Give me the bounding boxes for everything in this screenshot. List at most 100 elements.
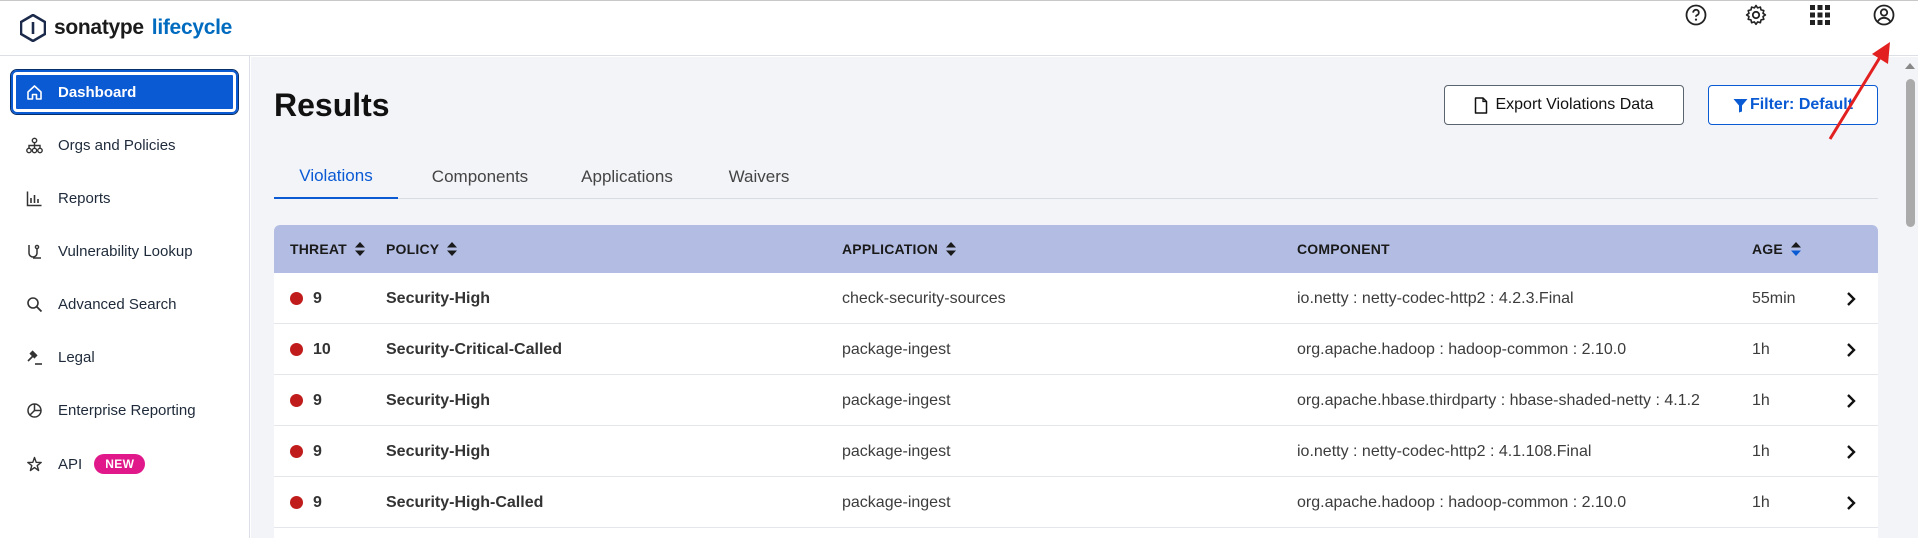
application-cell: package-ingest: [842, 391, 951, 409]
top-bar: sonatype lifecycle: [0, 0, 1918, 56]
sidebar-item-enterprise-reporting[interactable]: Enterprise Reporting: [13, 390, 236, 430]
application-cell: package-ingest: [842, 493, 951, 511]
table-row[interactable]: 9 Security-High check-security-sources i…: [274, 273, 1878, 324]
threat-indicator-dot: [290, 394, 303, 407]
filter-icon: [1733, 98, 1748, 112]
search-icon: [25, 295, 43, 313]
tab-applications[interactable]: Applications: [562, 155, 692, 199]
column-header-label: THREAT: [290, 241, 347, 257]
component-cell: org.apache.hadoop : hadoop-common : 2.10…: [1297, 493, 1627, 511]
sidebar-item-dashboard[interactable]: Dashboard: [10, 69, 239, 115]
sidebar-item-label: Vulnerability Lookup: [58, 242, 193, 260]
chevron-right-icon[interactable]: [1846, 273, 1856, 324]
page-title: Results: [274, 87, 390, 123]
chevron-right-icon[interactable]: [1846, 477, 1856, 528]
policy-cell: Security-High: [386, 289, 491, 307]
scrollbar-thumb[interactable]: [1906, 79, 1915, 227]
threat-indicator-dot: [290, 343, 303, 356]
sidebar-item-label: Orgs and Policies: [58, 136, 176, 154]
api-icon: [25, 455, 43, 473]
policy-cell: Security-High-Called: [386, 493, 544, 511]
age-cell: 55min: [1752, 289, 1796, 307]
sidebar-item-advanced-search[interactable]: Advanced Search: [13, 284, 236, 324]
threat-cell: 9: [290, 375, 322, 426]
sort-icon[interactable]: [354, 242, 365, 256]
sort-icon[interactable]: [447, 242, 458, 256]
scroll-up-arrow-icon[interactable]: [1905, 63, 1915, 69]
product-name: lifecycle: [151, 16, 233, 39]
policy-cell: Security-Critical-Called: [386, 340, 563, 358]
sidebar-item-label: API: [58, 455, 83, 473]
filter-button-label: Filter: Default: [1749, 96, 1854, 113]
threat-indicator-dot: [290, 445, 303, 458]
threat-score: 10: [313, 340, 331, 358]
export-violations-button[interactable]: Export Violations Data: [1444, 85, 1684, 125]
table-row[interactable]: 9 Security-High-Called package-ingest or…: [274, 477, 1878, 528]
tab-components[interactable]: Components: [418, 155, 542, 199]
app-logo[interactable]: sonatype lifecycle: [20, 14, 232, 42]
sort-icon[interactable]: [946, 242, 957, 256]
threat-cell: 9: [290, 426, 322, 477]
sidebar-item-legal[interactable]: Legal: [13, 337, 236, 377]
application-cell: package-ingest: [842, 340, 951, 358]
export-button-label: Export Violations Data: [1495, 96, 1654, 113]
sidebar-item-label: Dashboard: [58, 83, 137, 101]
sidebar-item-label: Advanced Search: [58, 295, 177, 313]
tab-violations[interactable]: Violations: [274, 155, 398, 199]
threat-cell: 9: [290, 273, 322, 324]
chevron-right-icon[interactable]: [1846, 324, 1856, 375]
column-header-policy[interactable]: POLICY: [386, 225, 458, 273]
policy-cell: Security-High: [386, 442, 491, 460]
sidebar-item-label: Reports: [58, 189, 111, 207]
table-row[interactable]: 10 Security-Critical-Called package-inge…: [274, 324, 1878, 375]
new-badge: NEW: [94, 454, 146, 474]
sidebar-item-api[interactable]: API NEW: [13, 444, 236, 484]
main-content: Results Export Violations Data Filter: D…: [251, 57, 1902, 545]
column-header-age[interactable]: AGE: [1752, 225, 1801, 273]
gavel-icon: [25, 348, 43, 366]
brand-name: sonatype: [54, 16, 144, 39]
threat-score: 9: [313, 493, 322, 511]
chevron-right-icon[interactable]: [1846, 375, 1856, 426]
column-header-threat[interactable]: THREAT: [290, 225, 365, 273]
component-cell: io.netty : netty-codec-http2 : 4.1.108.F…: [1297, 442, 1592, 460]
settings-icon[interactable]: [1742, 1, 1770, 29]
org-tree-icon: [25, 136, 43, 154]
pie-chart-icon: [25, 401, 43, 419]
component-cell: io.netty : netty-codec-http2 : 4.2.3.Fin…: [1297, 289, 1574, 307]
sidebar-item-vulnerability-lookup[interactable]: Vulnerability Lookup: [13, 231, 236, 271]
sidebar-item-label: Legal: [58, 348, 95, 366]
table-row[interactable]: 9 Security-High package-ingest org.apach…: [274, 375, 1878, 426]
results-tabs: Violations Components Applications Waive…: [274, 155, 1878, 199]
column-header-application[interactable]: APPLICATION: [842, 225, 957, 273]
threat-score: 9: [313, 289, 322, 307]
user-account-icon[interactable]: [1870, 1, 1898, 29]
threat-score: 9: [313, 442, 322, 460]
violations-table: THREAT POLICY APPLICATION COMPONENT AGE …: [274, 225, 1878, 545]
age-cell: 1h: [1752, 340, 1770, 358]
page-scrollbar[interactable]: [1902, 57, 1918, 538]
tab-waivers[interactable]: Waivers: [711, 155, 807, 199]
document-icon: [1475, 96, 1488, 114]
help-icon[interactable]: [1682, 1, 1710, 29]
age-cell: 1h: [1752, 442, 1770, 460]
threat-cell: 9: [290, 477, 322, 528]
application-cell: package-ingest: [842, 442, 951, 460]
sidebar-item-reports[interactable]: Reports: [13, 178, 236, 218]
apps-grid-icon[interactable]: [1806, 1, 1834, 29]
table-row[interactable]: 9 Security-High package-ingest io.netty …: [274, 426, 1878, 477]
age-cell: 1h: [1752, 493, 1770, 511]
age-cell: 1h: [1752, 391, 1770, 409]
threat-cell: 10: [290, 324, 331, 375]
sort-icon-active[interactable]: [1790, 242, 1801, 256]
component-cell: org.apache.hbase.thirdparty : hbase-shad…: [1297, 391, 1700, 409]
chevron-right-icon[interactable]: [1846, 426, 1856, 477]
filter-button[interactable]: Filter: Default: [1708, 85, 1878, 125]
threat-score: 9: [313, 391, 322, 409]
table-header: THREAT POLICY APPLICATION COMPONENT AGE: [274, 225, 1878, 273]
column-header-component: COMPONENT: [1297, 225, 1390, 273]
column-header-label: APPLICATION: [842, 241, 939, 257]
threat-indicator-dot: [290, 496, 303, 509]
sidebar-item-orgs-and-policies[interactable]: Orgs and Policies: [13, 125, 236, 165]
column-header-label: POLICY: [386, 241, 440, 257]
